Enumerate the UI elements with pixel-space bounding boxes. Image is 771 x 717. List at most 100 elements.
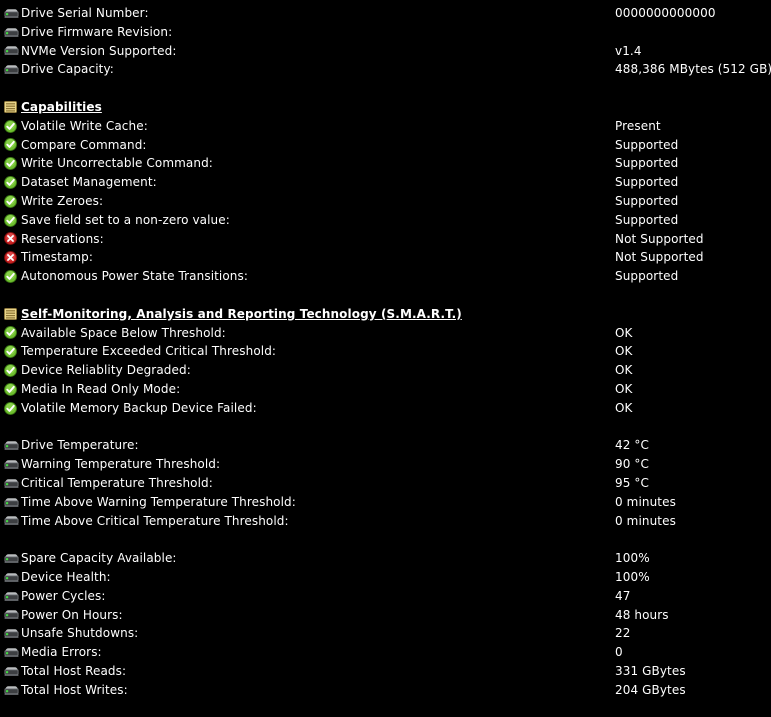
hard-drive-icon: [4, 624, 20, 643]
green-check-icon: [4, 136, 20, 155]
info-row-label: Time Above Critical Temperature Threshol…: [21, 513, 289, 528]
info-row: Dataset Management: Supported: [0, 173, 771, 192]
info-row: NVMe Version Supported: v1.4: [0, 42, 771, 61]
info-row-value: 100%: [615, 569, 650, 584]
hard-drive-icon: [4, 60, 20, 79]
hard-drive-icon: [4, 455, 20, 474]
info-row: Critical Temperature Threshold: 95 °C: [0, 474, 771, 493]
hard-drive-icon: [4, 568, 20, 587]
info-row-value: 204 GBytes: [615, 682, 686, 697]
section-header-label: Self-Monitoring, Analysis and Reporting …: [21, 306, 462, 321]
info-row: Autonomous Power State Transitions: Suppo…: [0, 267, 771, 286]
info-row: Write Zeroes: Supported: [0, 192, 771, 211]
info-row-value: 42 °C: [615, 438, 649, 453]
row-spacer: [0, 286, 771, 305]
info-row-label: Available Space Below Threshold:: [21, 325, 226, 340]
hard-drive-icon: [4, 474, 20, 493]
green-check-icon: [4, 324, 20, 343]
info-row-label: Compare Command:: [21, 137, 147, 152]
info-row-value: Supported: [615, 269, 679, 284]
info-row-value: 0000000000000: [615, 6, 716, 20]
info-row: Save field set to a non-zero value: Suppo…: [0, 211, 771, 230]
info-row-label: Spare Capacity Available:: [21, 551, 177, 566]
row-spacer: [0, 79, 771, 98]
info-row-label: Volatile Memory Backup Device Failed:: [21, 400, 257, 415]
info-row: Compare Command: Supported: [0, 136, 771, 155]
info-row: Drive Firmware Revision:: [0, 23, 771, 42]
green-check-icon: [4, 399, 20, 418]
info-row: Drive Capacity: 488,386 MBytes (512 GB): [0, 60, 771, 79]
info-row-label: Write Uncorrectable Command:: [21, 156, 213, 171]
info-row: Power On Hours: 48 hours: [0, 606, 771, 625]
info-row: Drive Temperature: 42 °C: [0, 436, 771, 455]
info-row-value: Present: [615, 118, 661, 133]
info-row-label: NVMe Version Supported:: [21, 43, 177, 58]
info-row: Device Reliablity Degraded: OK: [0, 361, 771, 380]
green-check-icon: [4, 342, 20, 361]
info-row-label: Drive Firmware Revision:: [21, 24, 173, 39]
info-row: Unsafe Shutdowns: 22: [0, 624, 771, 643]
info-row: Warning Temperature Threshold: 90 °C: [0, 455, 771, 474]
row-spacer: [0, 530, 771, 549]
section-header-smart: Self-Monitoring, Analysis and Reporting …: [0, 305, 771, 324]
info-row-value: 90 °C: [615, 457, 649, 472]
info-row-label: Device Health:: [21, 569, 111, 584]
info-row: Timestamp: Not Supported: [0, 248, 771, 267]
hard-drive-icon: [4, 606, 20, 625]
info-row-value: 22: [615, 626, 631, 641]
info-row-value: 0 minutes: [615, 513, 676, 528]
hard-drive-icon: [4, 4, 20, 23]
info-row: Write Uncorrectable Command: Supported: [0, 154, 771, 173]
hard-drive-icon: [4, 436, 20, 455]
info-row: Drive Serial Number: 0000000000000: [0, 4, 771, 23]
info-row-value: Not Supported: [615, 231, 704, 246]
green-check-icon: [4, 361, 20, 380]
info-row-value: OK: [615, 325, 633, 340]
info-row-label: Timestamp:: [21, 250, 94, 265]
info-row-label: Volatile Write Cache:: [21, 118, 148, 133]
info-row-value: 0 minutes: [615, 494, 676, 509]
document-list-icon: [4, 98, 20, 117]
section-header-label: Capabilities: [21, 99, 102, 114]
info-row-value: 47: [615, 588, 631, 603]
hard-drive-icon: [4, 512, 20, 531]
info-row-label: Unsafe Shutdowns:: [21, 626, 139, 641]
green-check-icon: [4, 211, 20, 230]
info-row-label: Drive Capacity:: [21, 62, 114, 77]
row-spacer: [0, 418, 771, 437]
info-row-value: OK: [615, 381, 633, 396]
info-row-label: Autonomous Power State Transitions:: [21, 269, 249, 284]
hard-drive-icon: [4, 662, 20, 681]
info-row-value: 48 hours: [615, 607, 669, 622]
info-row-value: 0: [615, 645, 623, 660]
info-row: Time Above Critical Temperature Threshol…: [0, 512, 771, 531]
info-row-value: Supported: [615, 193, 679, 208]
info-row-label: Save field set to a non-zero value:: [21, 212, 230, 227]
info-row-value: 100%: [615, 551, 650, 566]
info-row: Reservations: Not Supported: [0, 230, 771, 249]
info-row-value: Supported: [615, 212, 679, 227]
info-row-label: Total Host Reads:: [21, 663, 127, 678]
info-row: Spare Capacity Available: 100%: [0, 549, 771, 568]
info-row: Volatile Write Cache: Present: [0, 117, 771, 136]
info-row-label: Temperature Exceeded Critical Threshold:: [21, 344, 277, 359]
info-row-value: Supported: [615, 137, 679, 152]
info-row-label: Drive Temperature:: [21, 438, 139, 453]
green-check-icon: [4, 267, 20, 286]
info-row: Total Host Writes: 204 GBytes: [0, 681, 771, 700]
info-row-label: Media Errors:: [21, 645, 102, 660]
hard-drive-icon: [4, 23, 20, 42]
info-row: Volatile Memory Backup Device Failed: OK: [0, 399, 771, 418]
info-row-value: Not Supported: [615, 250, 704, 265]
section-header-capabilities: Capabilities: [0, 98, 771, 117]
info-row-label: Power On Hours:: [21, 607, 123, 622]
green-check-icon: [4, 117, 20, 136]
info-row-label: Critical Temperature Threshold:: [21, 475, 213, 490]
info-row: Power Cycles: 47: [0, 587, 771, 606]
info-row-label: Write Zeroes:: [21, 193, 104, 208]
green-check-icon: [4, 192, 20, 211]
info-row: Media In Read Only Mode: OK: [0, 380, 771, 399]
green-check-icon: [4, 380, 20, 399]
info-row-value: OK: [615, 363, 633, 378]
info-row-label: Total Host Writes:: [21, 682, 128, 697]
